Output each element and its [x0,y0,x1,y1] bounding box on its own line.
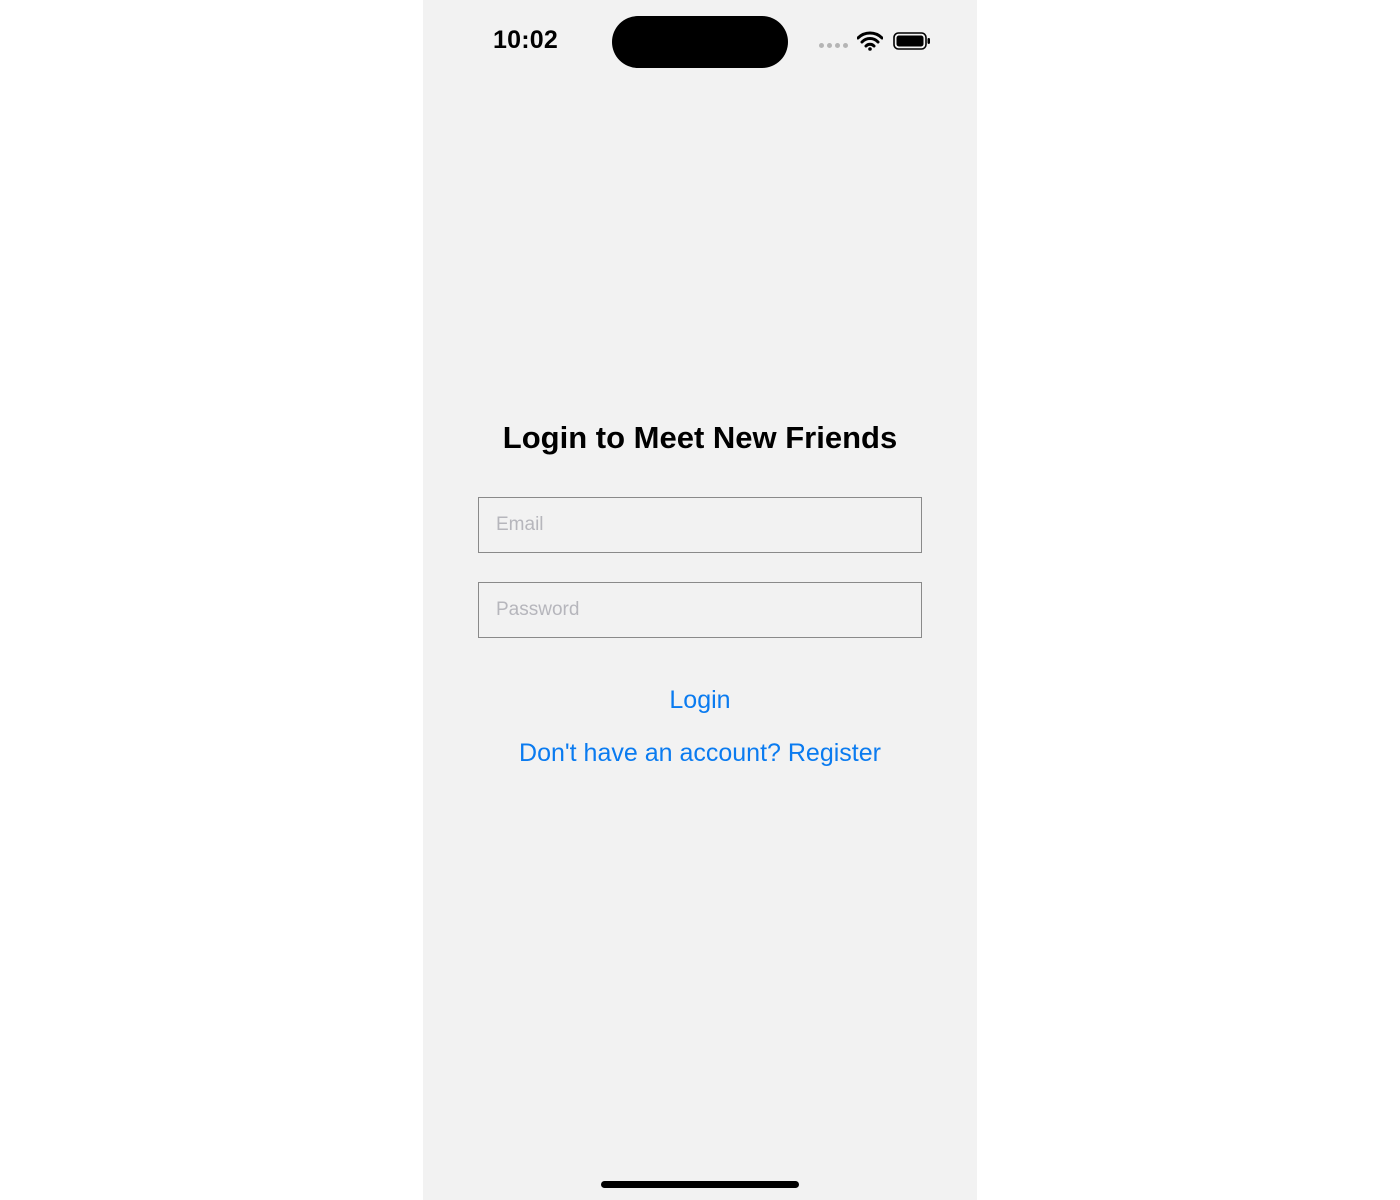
wifi-icon [857,31,883,51]
phone-screen: 10:02 Login to Meet New Friends Login Do… [423,0,977,1200]
home-indicator[interactable] [601,1181,799,1188]
email-field[interactable] [478,497,922,553]
battery-icon [893,32,930,50]
register-link[interactable]: Don't have an account? Register [463,733,937,773]
login-button[interactable]: Login [600,680,800,720]
cellular-signal-icon [819,43,849,51]
status-time: 10:02 [493,26,558,54]
page-title: Login to Meet New Friends [502,420,898,455]
dynamic-island [612,16,788,68]
page: 10:02 Login to Meet New Friends Login Do… [0,0,1400,1200]
password-field[interactable] [478,582,922,638]
